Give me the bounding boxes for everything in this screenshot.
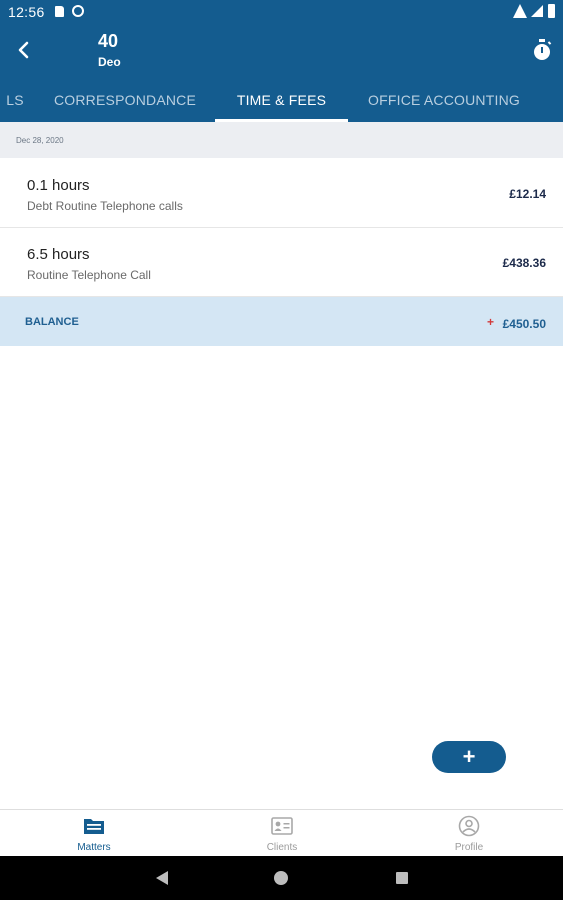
entry-amount: £438.36	[502, 256, 546, 270]
balance-label: BALANCE	[25, 316, 79, 328]
battery-icon	[548, 4, 555, 18]
date-label: Dec 28, 2020	[16, 136, 64, 145]
nav-label: Matters	[77, 842, 111, 853]
entry-description: Debt Routine Telephone calls	[27, 199, 183, 213]
system-navigation-bar	[0, 856, 563, 900]
sync-icon	[72, 5, 84, 17]
status-time: 12:56	[8, 4, 45, 20]
balance-sign: +	[487, 315, 495, 329]
nav-label: Clients	[266, 842, 298, 853]
matter-client-name: Deo	[98, 55, 121, 69]
nav-item-profile[interactable]: Profile	[409, 810, 529, 857]
date-section-header: Dec 28, 2020	[0, 122, 563, 158]
nav-item-clients[interactable]: Clients	[222, 810, 342, 857]
status-bar: 12:56	[0, 0, 563, 24]
nav-item-matters[interactable]: Matters	[34, 810, 154, 857]
contact-card-icon	[271, 817, 293, 835]
sd-card-icon	[55, 6, 64, 17]
person-circle-icon	[458, 815, 480, 837]
app-bar: 40 Deo	[0, 24, 563, 80]
entry-description: Routine Telephone Call	[27, 268, 151, 282]
fee-entry-row[interactable]: 6.5 hours Routine Telephone Call £438.36	[0, 228, 563, 297]
balance-amount: £450.50	[502, 317, 546, 331]
wifi-icon	[513, 4, 527, 18]
tab-time-and-fees[interactable]: TIME & FEES	[215, 80, 348, 122]
stopwatch-icon[interactable]	[531, 38, 553, 62]
tab-office-accounting[interactable]: OFFICE ACCOUNTING	[362, 80, 526, 122]
balance-row: BALANCE + £450.50	[0, 297, 563, 346]
entry-hours: 6.5 hours	[27, 246, 90, 263]
bottom-navigation: Matters Clients Profile	[0, 809, 563, 857]
system-recents-icon[interactable]	[396, 872, 408, 884]
signal-icon	[531, 5, 543, 17]
tab-correspondance[interactable]: CORRESPONDANCE	[50, 80, 200, 122]
system-home-icon[interactable]	[274, 871, 288, 885]
entry-amount: £12.14	[509, 187, 546, 201]
tab-bar: LS CORRESPONDANCE TIME & FEES OFFICE ACC…	[0, 80, 563, 122]
matter-number: 40	[98, 31, 119, 51]
tab-previous[interactable]: LS	[0, 80, 38, 122]
back-arrow-icon[interactable]	[14, 38, 34, 62]
system-back-icon[interactable]	[156, 871, 168, 885]
folder-icon	[84, 819, 104, 834]
add-entry-button[interactable]: +	[432, 741, 506, 773]
nav-label: Profile	[454, 842, 484, 853]
entry-hours: 0.1 hours	[27, 177, 90, 194]
fee-entry-row[interactable]: 0.1 hours Debt Routine Telephone calls £…	[0, 159, 563, 228]
